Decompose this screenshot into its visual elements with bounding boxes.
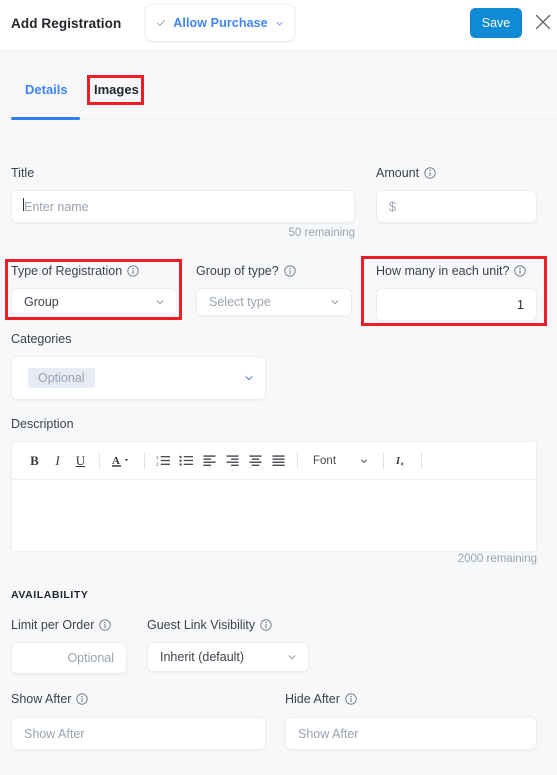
group-of-type-value: Select type bbox=[209, 295, 271, 309]
align-left-icon bbox=[203, 455, 216, 466]
tab-images[interactable]: Images bbox=[94, 78, 139, 100]
dialog-header: Add Registration Allow Purchase Save bbox=[0, 0, 557, 51]
title-input[interactable] bbox=[11, 190, 355, 223]
info-icon bbox=[424, 167, 436, 179]
text-color-icon: A bbox=[112, 455, 128, 467]
guest-link-visibility-label-text: Guest Link Visibility bbox=[147, 618, 256, 632]
availability-heading: AVAILABILITY bbox=[11, 589, 89, 601]
group-of-type-select[interactable]: Select type bbox=[196, 288, 352, 316]
align-justify-button[interactable] bbox=[267, 448, 290, 474]
align-right-button[interactable] bbox=[221, 448, 244, 474]
info-icon bbox=[99, 619, 112, 631]
how-many-in-each-unit-label: How many in each unit? bbox=[376, 264, 527, 278]
tab-bar: Details Images bbox=[0, 51, 557, 120]
how-many-in-each-unit-label-text: How many in each unit? bbox=[376, 264, 510, 278]
chevron-down-icon bbox=[245, 376, 253, 381]
close-button[interactable] bbox=[533, 12, 553, 32]
chevron-down-icon bbox=[156, 300, 164, 305]
check-icon bbox=[157, 19, 166, 27]
hide-after-input[interactable] bbox=[285, 717, 537, 750]
align-left-button[interactable] bbox=[198, 448, 221, 474]
allow-purchase-dropdown[interactable]: Allow Purchase bbox=[146, 5, 294, 41]
tab-details[interactable]: Details bbox=[25, 78, 68, 100]
close-icon bbox=[535, 14, 551, 30]
hide-after-label: Hide After bbox=[285, 692, 357, 706]
clear-formatting-button[interactable]: I x bbox=[391, 448, 414, 474]
show-after-label-text: Show After bbox=[11, 692, 72, 706]
group-of-type-label: Group of type? bbox=[196, 264, 296, 278]
toolbar-divider bbox=[297, 452, 298, 469]
amount-label-text: Amount bbox=[376, 166, 420, 180]
show-after-label: Show After bbox=[11, 692, 89, 706]
chevron-down-icon bbox=[276, 21, 283, 25]
info-icon bbox=[514, 265, 527, 277]
description-rich-text-editor: B I U A 1 2 Font I x bbox=[11, 441, 537, 551]
page-title: Add Registration bbox=[11, 16, 122, 31]
guest-link-visibility-select[interactable]: Inherit (default) bbox=[147, 642, 309, 672]
categories-chip[interactable]: Optional bbox=[28, 368, 95, 388]
type-of-registration-value: Group bbox=[24, 295, 59, 309]
chevron-down-icon bbox=[331, 300, 339, 305]
unordered-list-button[interactable] bbox=[175, 448, 198, 474]
align-center-button[interactable] bbox=[244, 448, 267, 474]
tab-bar-divider bbox=[80, 118, 557, 119]
categories-label-text: Categories bbox=[11, 332, 72, 346]
info-icon bbox=[260, 619, 272, 631]
svg-text:x: x bbox=[401, 462, 405, 467]
align-center-icon bbox=[249, 455, 262, 466]
info-icon bbox=[76, 693, 89, 705]
underline-button[interactable]: U bbox=[69, 448, 92, 474]
allow-purchase-label: Allow Purchase bbox=[173, 16, 268, 30]
guest-link-visibility-value: Inherit (default) bbox=[160, 650, 245, 664]
clear-formatting-icon: I x bbox=[395, 456, 405, 467]
text-color-button[interactable]: A bbox=[107, 448, 137, 474]
description-label: Description bbox=[11, 417, 74, 431]
font-family-dropdown[interactable]: Font bbox=[305, 448, 376, 474]
description-textarea[interactable] bbox=[12, 480, 536, 551]
type-of-registration-select[interactable]: Group bbox=[11, 288, 177, 316]
hide-after-label-text: Hide After bbox=[285, 692, 340, 706]
italic-button[interactable]: I bbox=[46, 448, 69, 474]
chevron-down-icon bbox=[288, 655, 296, 660]
toolbar-divider bbox=[144, 452, 145, 469]
toolbar-divider bbox=[421, 452, 423, 469]
bold-button[interactable]: B bbox=[23, 448, 46, 474]
amount-input[interactable] bbox=[376, 190, 537, 223]
title-label: Title bbox=[11, 166, 34, 180]
description-label-text: Description bbox=[11, 417, 74, 431]
categories-label: Categories bbox=[11, 332, 71, 346]
chevron-down-icon bbox=[361, 459, 367, 463]
limit-per-order-input[interactable] bbox=[11, 642, 127, 674]
info-icon bbox=[127, 265, 139, 277]
amount-label: Amount bbox=[376, 166, 436, 180]
info-icon bbox=[284, 265, 296, 277]
unordered-list-icon bbox=[179, 455, 193, 466]
align-right-icon bbox=[226, 455, 239, 466]
add-registration-dialog: Add Registration Allow Purchase Save Det… bbox=[0, 0, 557, 775]
editor-toolbar: B I U A 1 2 Font I x bbox=[12, 442, 536, 480]
align-justify-icon bbox=[272, 455, 285, 466]
type-of-registration-label: Type of Registration bbox=[11, 264, 139, 278]
save-button[interactable]: Save bbox=[470, 8, 522, 38]
ordered-list-button[interactable]: 1 2 bbox=[152, 448, 175, 474]
svg-text:2: 2 bbox=[156, 462, 159, 467]
font-family-label: Font bbox=[313, 454, 337, 467]
group-of-type-label-text: Group of type? bbox=[196, 264, 279, 278]
title-char-counter: 50 remaining bbox=[288, 227, 355, 239]
active-tab-indicator bbox=[11, 117, 80, 120]
toolbar-divider bbox=[383, 452, 385, 469]
guest-link-visibility-label: Guest Link Visibility bbox=[147, 618, 272, 632]
show-after-input[interactable] bbox=[11, 717, 266, 750]
toolbar-divider bbox=[99, 452, 100, 469]
title-label-text: Title bbox=[11, 166, 35, 180]
text-caret bbox=[23, 198, 24, 211]
info-icon bbox=[345, 693, 357, 705]
description-char-counter: 2000 remaining bbox=[457, 553, 537, 565]
limit-per-order-label-text: Limit per Order bbox=[11, 618, 95, 632]
how-many-in-each-unit-input[interactable] bbox=[376, 288, 537, 321]
type-of-registration-label-text: Type of Registration bbox=[11, 264, 123, 278]
ordered-list-icon: 1 2 bbox=[156, 455, 170, 467]
svg-text:1: 1 bbox=[156, 455, 159, 460]
limit-per-order-label: Limit per Order bbox=[11, 618, 112, 632]
